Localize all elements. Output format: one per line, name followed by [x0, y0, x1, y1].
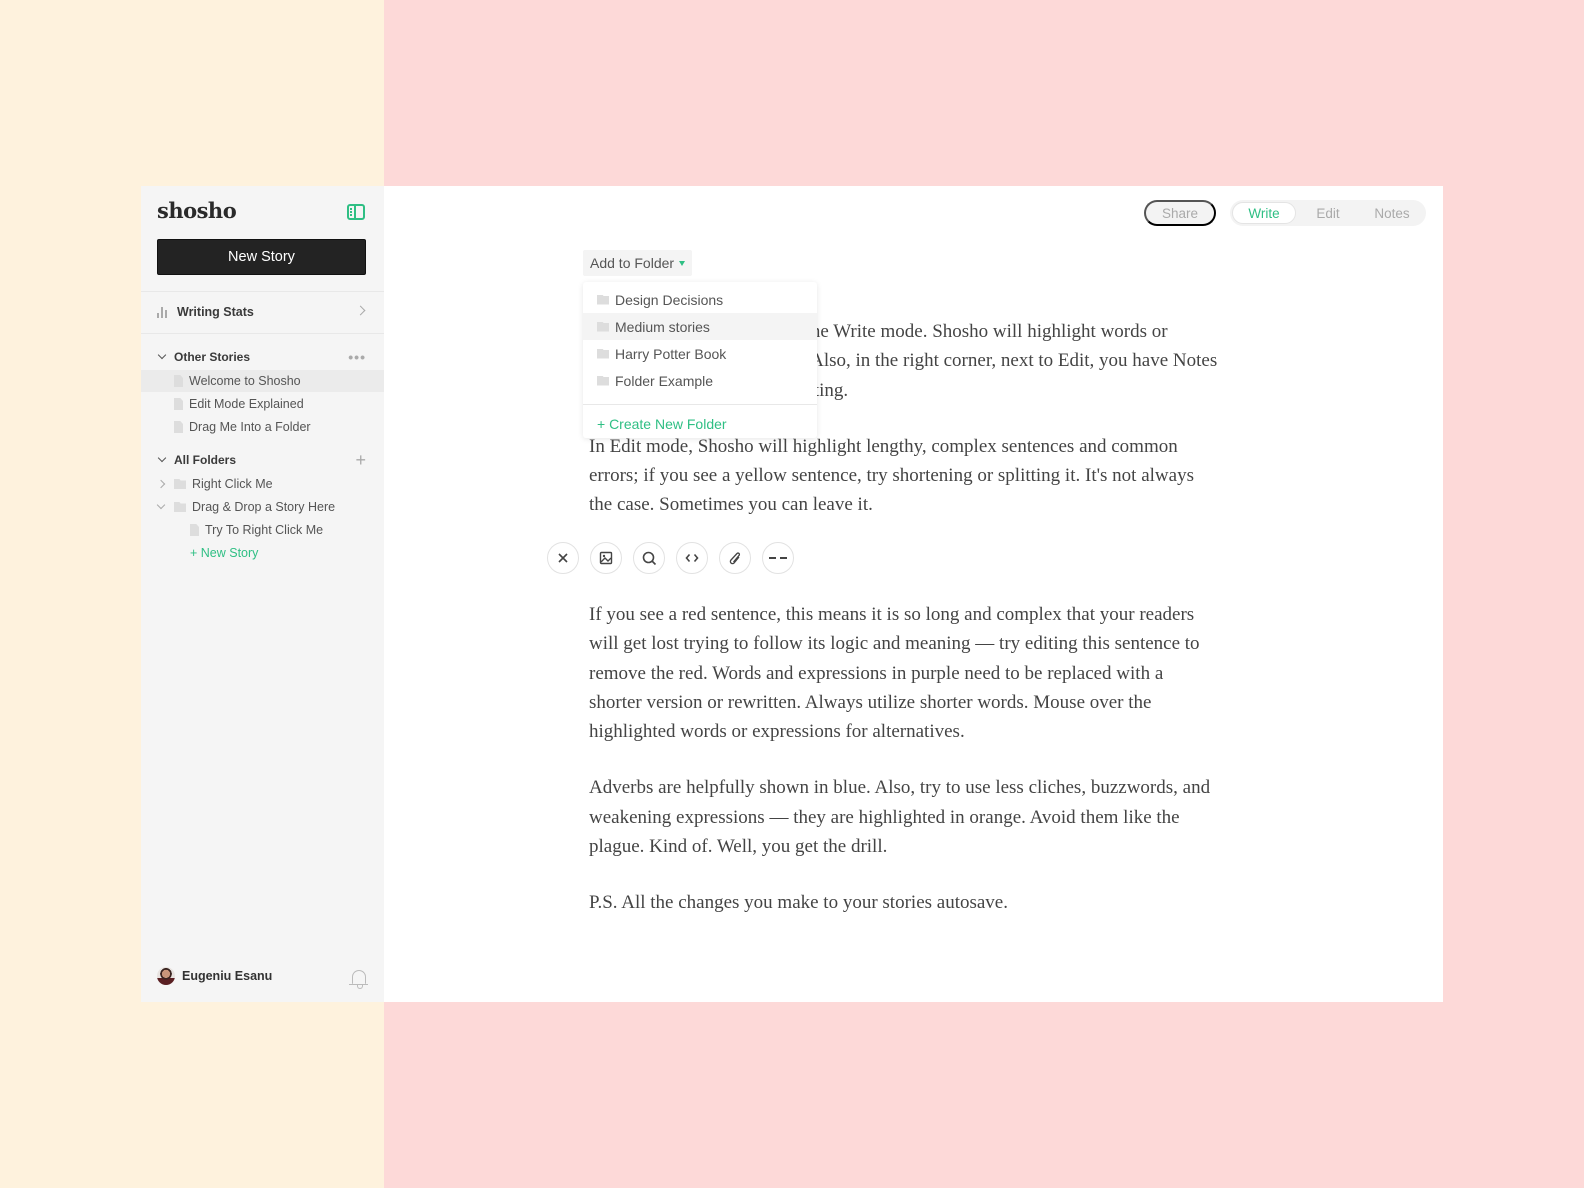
chevron-right-icon[interactable] [156, 479, 166, 489]
divider [141, 333, 384, 334]
story-label: Drag Me Into a Folder [189, 420, 311, 434]
folder-icon [174, 479, 186, 489]
folder-option-label: Design Decisions [615, 291, 724, 308]
new-story-button[interactable]: New Story [157, 239, 366, 275]
folder-icon [174, 502, 186, 512]
folder-icon [597, 348, 609, 359]
search-icon[interactable] [633, 542, 665, 574]
chevron-down-icon [157, 453, 167, 463]
folder-icon [597, 375, 609, 386]
story-item[interactable]: Edit Mode Explained [141, 393, 384, 415]
section-all-folders[interactable]: All Folders + [141, 449, 384, 471]
folder-option[interactable]: Design Decisions [583, 286, 817, 313]
create-folder-link[interactable]: + Create New Folder [583, 405, 817, 443]
folder-option[interactable]: Medium stories [583, 313, 817, 340]
writing-stats-row[interactable]: Writing Stats [141, 295, 384, 329]
user-profile[interactable]: Eugeniu Esanu [157, 967, 272, 985]
folder-option-label: Folder Example [615, 372, 714, 389]
sidebar-toggle-icon[interactable] [347, 204, 365, 220]
tab-write[interactable]: Write [1232, 202, 1296, 224]
tab-edit[interactable]: Edit [1296, 202, 1360, 224]
document-icon [174, 421, 183, 433]
document-icon [190, 524, 199, 536]
editor: Share Write Edit Notes Add to Folder Des… [384, 186, 1443, 1002]
document-icon [174, 398, 183, 410]
mode-switcher: Write Edit Notes [1230, 200, 1426, 226]
bell-icon[interactable] [349, 970, 368, 989]
paragraph: In Edit mode, Shosho will highlight leng… [589, 435, 1194, 516]
story-label: Edit Mode Explained [189, 397, 304, 411]
divider [141, 291, 384, 292]
divider-icon[interactable] [762, 542, 794, 574]
attachment-icon[interactable] [719, 542, 751, 574]
folder-icon [597, 294, 609, 305]
folder-option-label: Medium stories [615, 318, 710, 335]
story-label: Try To Right Click Me [205, 523, 324, 537]
add-folder-icon[interactable]: + [355, 450, 366, 471]
story-item[interactable]: Try To Right Click Me [141, 519, 384, 541]
chevron-down-icon [157, 350, 167, 360]
insert-toolbar [547, 542, 794, 574]
add-to-folder-button[interactable]: Add to Folder [583, 250, 693, 276]
folder-item[interactable]: Right Click Me [141, 473, 384, 495]
paragraph: Adverbs are helpfully shown in blue. Als… [589, 777, 1211, 858]
story-label: Welcome to Shosho [189, 374, 301, 388]
section-title: All Folders [174, 453, 237, 467]
folder-icon [597, 321, 609, 332]
folder-label: Drag & Drop a Story Here [192, 500, 336, 514]
section-title: Other Stories [174, 350, 251, 364]
bar-chart-icon [157, 306, 169, 318]
paragraph: P.S. All the changes you make to your st… [589, 892, 1008, 914]
folder-option[interactable]: Folder Example [583, 367, 817, 394]
avatar [157, 967, 175, 985]
folder-label: Right Click Me [192, 477, 273, 491]
more-options-icon[interactable]: ••• [348, 349, 366, 365]
story-item[interactable]: Drag Me Into a Folder [141, 416, 384, 438]
story-item[interactable]: Welcome to Shosho [141, 370, 384, 392]
folder-option-label: Harry Potter Book [615, 345, 727, 362]
share-button[interactable]: Share [1144, 200, 1216, 226]
chevron-right-icon [355, 305, 366, 316]
folder-option[interactable]: Harry Potter Book [583, 340, 817, 367]
sidebar: shosho New Story Writing Stats Other Sto… [141, 186, 384, 1002]
close-icon[interactable] [547, 542, 579, 574]
user-name: Eugeniu Esanu [182, 969, 273, 983]
add-to-folder-label: Add to Folder [590, 255, 675, 271]
writing-stats-label: Writing Stats [177, 305, 254, 319]
logo: shosho [157, 198, 237, 223]
section-other-stories[interactable]: Other Stories ••• [141, 346, 384, 368]
document-icon [174, 375, 183, 387]
chevron-down-icon[interactable] [156, 500, 166, 510]
story-text-bottom[interactable]: If you see a red sentence, this means it… [589, 600, 1219, 945]
paragraph: If you see a red sentence, this means it… [589, 604, 1200, 743]
folder-dropdown: Design Decisions Medium stories Harry Po… [583, 282, 817, 438]
folder-item[interactable]: Drag & Drop a Story Here [141, 496, 384, 518]
tab-notes[interactable]: Notes [1360, 202, 1424, 224]
caret-down-icon [679, 260, 686, 266]
app-window: shosho New Story Writing Stats Other Sto… [141, 186, 1443, 1002]
image-icon[interactable] [590, 542, 622, 574]
code-icon[interactable] [676, 542, 708, 574]
new-story-link[interactable]: + New Story [141, 542, 384, 564]
